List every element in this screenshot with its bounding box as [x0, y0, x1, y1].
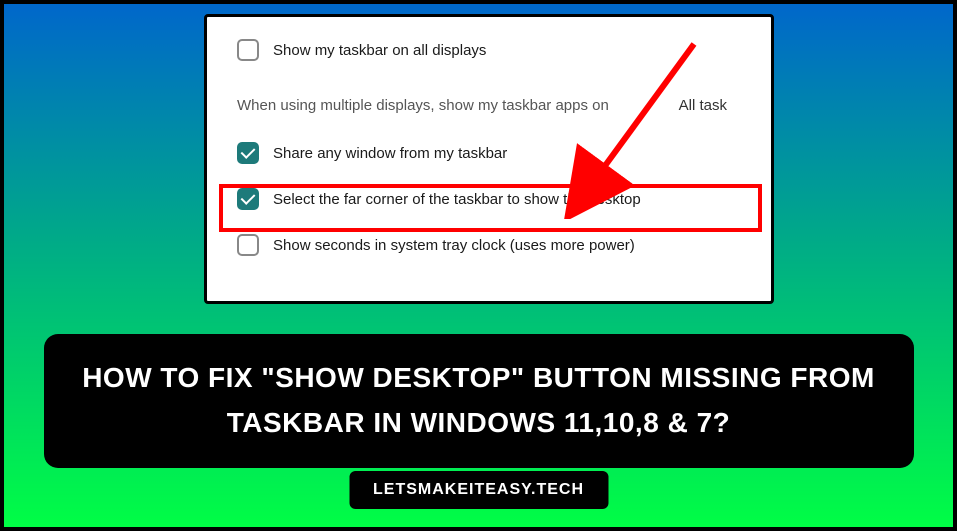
label-show-seconds: Show seconds in system tray clock (uses …	[273, 237, 741, 254]
title-text: HOW TO FIX "SHOW DESKTOP" BUTTON MISSING…	[74, 356, 884, 446]
taskbar-apps-dropdown[interactable]: All task	[665, 89, 741, 122]
checkbox-show-seconds[interactable]	[237, 234, 259, 256]
multiple-displays-row: When using multiple displays, show my ta…	[237, 79, 741, 136]
checkbox-far-corner[interactable]	[237, 188, 259, 210]
settings-panel: Show my taskbar on all displays When usi…	[204, 14, 774, 304]
checkbox-share-window[interactable]	[237, 142, 259, 164]
setting-row-far-corner[interactable]: Select the far corner of the taskbar to …	[237, 182, 741, 216]
label-show-all-displays: Show my taskbar on all displays	[273, 42, 741, 59]
label-share-window: Share any window from my taskbar	[273, 145, 741, 162]
setting-row-share-window[interactable]: Share any window from my taskbar	[237, 136, 741, 170]
checkbox-show-all-displays[interactable]	[237, 39, 259, 61]
setting-row-show-all-displays[interactable]: Show my taskbar on all displays	[237, 33, 741, 67]
label-far-corner: Select the far corner of the taskbar to …	[273, 191, 741, 208]
footer-banner: LETSMAKEITEASY.TECH	[349, 471, 608, 509]
footer-text: LETSMAKEITEASY.TECH	[373, 481, 584, 499]
multiple-displays-description: When using multiple displays, show my ta…	[237, 97, 609, 114]
title-banner: HOW TO FIX "SHOW DESKTOP" BUTTON MISSING…	[44, 334, 914, 468]
setting-row-show-seconds[interactable]: Show seconds in system tray clock (uses …	[237, 228, 741, 262]
